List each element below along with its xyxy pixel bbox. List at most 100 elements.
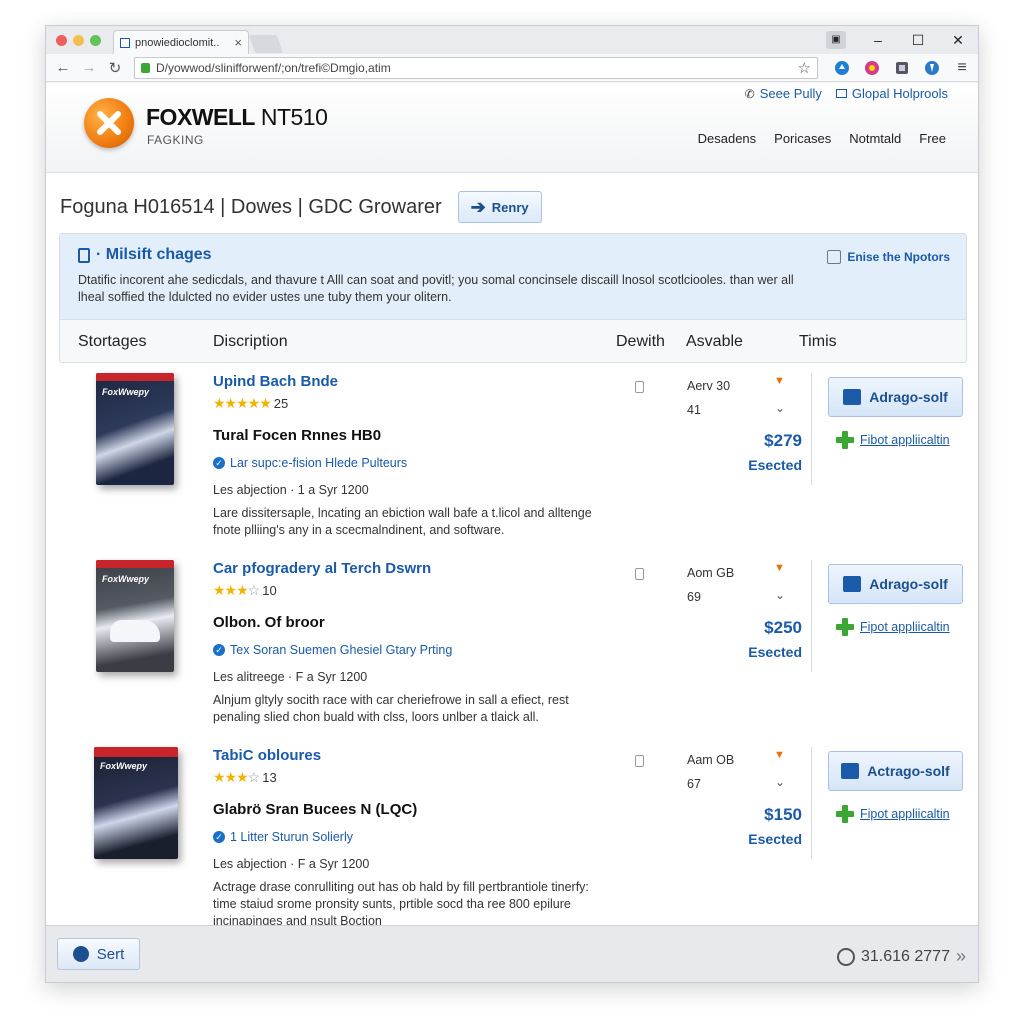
extension-pink-icon[interactable]	[862, 58, 882, 78]
availability-line2: 67	[687, 777, 701, 791]
close-button[interactable]: ✕	[938, 32, 978, 49]
page-content: FOXWELL NT510 FAGKING ✆ Seee Pully Glopal…	[46, 83, 978, 982]
rating-count: 13	[262, 770, 277, 785]
application-link[interactable]: Fipot appliicaltin	[836, 618, 950, 636]
product-name[interactable]: TabiC obloures	[213, 747, 321, 764]
product-box-image[interactable]: FoxWwepy	[94, 747, 178, 859]
url-input[interactable]: D/yowwod/slinifforwenf/;on/trefi©Dmgio,a…	[134, 56, 818, 79]
add-to-cart-button[interactable]: Adrago-solf	[828, 564, 963, 604]
add-to-cart-button[interactable]: Adrago-solf	[828, 377, 963, 417]
product-row: FoxWwepy Car pfogradery al Terch Dswrn ★…	[46, 560, 978, 747]
box-label: FoxWwepy	[102, 387, 150, 397]
browser-tab[interactable]: pnowiedioclomit.. ×	[113, 30, 249, 54]
phone-icon: ✆	[744, 86, 755, 101]
see-pully-link[interactable]: ✆ Seee Pully	[745, 86, 822, 101]
product-feature[interactable]: ✓ Lar supc:e-fision Hlede Pulteurs	[213, 456, 407, 470]
product-name[interactable]: Car pfogradery al Terch Dswrn	[213, 560, 431, 577]
notice-box: · Milsift chages Dtatific incorent ahe s…	[60, 234, 966, 319]
forward-icon[interactable]: →	[78, 59, 100, 76]
phone-text: 31.616 2777	[861, 947, 950, 965]
foxwell-logo-icon[interactable]	[84, 98, 134, 148]
nav-item-free[interactable]: Free	[919, 131, 946, 146]
tab-close-icon[interactable]: ×	[234, 35, 242, 50]
add-to-cart-button[interactable]: Actrago-solf	[828, 751, 963, 791]
product-row: FoxWwepy Upind Bach Bnde ★★★★★ 25 Tural F…	[46, 373, 978, 560]
rating-count: 25	[273, 396, 289, 411]
compare-checkbox[interactable]	[635, 755, 644, 767]
product-feature[interactable]: ✓ 1 Litter Sturun Solierly	[213, 830, 353, 844]
compare-checkbox[interactable]	[635, 381, 644, 393]
check-circle-icon: ✓	[213, 831, 225, 843]
zoom-dot[interactable]	[90, 34, 101, 46]
sort-button-label: Sert	[96, 945, 125, 963]
rating-stars: ★★★☆ 13	[213, 769, 277, 785]
column-divider	[811, 560, 812, 672]
renew-button[interactable]: ➔ Renry	[457, 191, 542, 223]
minimize-button[interactable]: –	[858, 32, 898, 48]
address-bar-row: ← → ↻ D/yowwod/slinifforwenf/;on/trefi©D…	[46, 54, 978, 82]
cart-icon	[843, 389, 862, 405]
brand-name: FOXWELL NT510	[146, 104, 328, 130]
product-feature[interactable]: ✓ Tex Soran Suemen Ghesiel Gtary Prting	[213, 643, 452, 657]
sort-arrow-icon[interactable]: ▼	[774, 749, 785, 761]
chevron-down-icon[interactable]: ⌄	[775, 588, 785, 602]
col-timis[interactable]: Timis	[799, 333, 837, 351]
extension-gray-icon[interactable]	[892, 58, 912, 78]
url-text: D/yowwod/slinifforwenf/;on/trefi©Dmgio,a…	[156, 60, 391, 75]
product-box-image[interactable]: FoxWwepy	[96, 560, 174, 672]
plus-icon	[836, 431, 854, 449]
profile-icon[interactable]: ▣	[826, 31, 846, 49]
site-header: FOXWELL NT510 FAGKING ✆ Seee Pully Glopal…	[46, 83, 978, 173]
compare-checkbox[interactable]	[635, 568, 644, 580]
phone-number: 31.616 2777 »	[837, 946, 966, 967]
product-subtitle: Tural Focen Rnnes HB0	[213, 427, 382, 444]
title-bar: pnowiedioclomit.. × ▣ – ☐ ✕	[46, 26, 978, 54]
global-help-link[interactable]: Glopal Holprools	[835, 86, 948, 101]
page-title: Foguna H016514 | Dowes | GDC Growarer	[60, 195, 442, 218]
user-icon	[72, 946, 89, 962]
product-price: $150	[764, 805, 802, 824]
bookmark-star-icon[interactable]: ☆	[798, 59, 811, 77]
renew-button-label: Renry	[491, 199, 529, 215]
chevron-down-icon[interactable]: ⌄	[775, 775, 785, 789]
product-name[interactable]: Upind Bach Bnde	[213, 373, 338, 390]
rating-count: 10	[262, 583, 277, 598]
product-box-image[interactable]: FoxWwepy	[96, 373, 174, 485]
application-link[interactable]: Fibot appliicaltin	[836, 431, 950, 449]
col-description[interactable]: Discription	[213, 333, 288, 351]
extension-blue-icon[interactable]	[832, 58, 852, 78]
sort-arrow-icon[interactable]: ▼	[774, 375, 785, 387]
browser-window: pnowiedioclomit.. × ▣ – ☐ ✕ ← → ↻ D/yoww…	[45, 25, 979, 983]
nav-item-desadens[interactable]: Desadens	[698, 131, 757, 146]
sort-button[interactable]: Sert	[57, 938, 140, 970]
sort-arrow-icon[interactable]: ▼	[774, 562, 785, 574]
product-description: Alnjum gltyly socith race with car cheri…	[213, 693, 569, 724]
monitor-icon	[835, 89, 847, 98]
product-description: Lare dissitersaple, lncating an ebiction…	[213, 506, 592, 537]
footer-bar: Sert 31.616 2777 »	[46, 925, 978, 982]
availability-line1: Aerv 30	[687, 379, 731, 393]
nav-item-poricases[interactable]: Poricases	[774, 131, 831, 146]
rating-stars: ★★★★★ 25	[213, 395, 289, 411]
secure-lock-icon	[141, 62, 150, 73]
next-arrow-icon[interactable]: »	[956, 946, 966, 967]
col-available[interactable]: Asvable	[686, 333, 743, 351]
column-divider	[811, 747, 812, 859]
extension-shield-icon[interactable]	[922, 58, 942, 78]
maximize-button[interactable]: ☐	[898, 32, 938, 49]
reload-icon[interactable]: ↻	[104, 59, 126, 77]
col-dewith[interactable]: Dewith	[616, 333, 665, 351]
minimize-dot[interactable]	[73, 34, 84, 46]
col-storages[interactable]: Stortages	[78, 333, 146, 351]
availability-line1: Aam OB	[687, 753, 735, 767]
chevron-down-icon[interactable]: ⌄	[775, 401, 785, 415]
new-tab-button[interactable]	[248, 35, 284, 53]
cart-icon	[841, 763, 860, 779]
close-dot[interactable]	[56, 34, 67, 46]
menu-icon[interactable]: ≡	[952, 58, 972, 78]
notice-link[interactable]: Enise the Npotors	[827, 250, 950, 264]
chip-icon	[827, 250, 842, 264]
nav-item-notmtald[interactable]: Notmtald	[849, 131, 901, 146]
back-icon[interactable]: ←	[52, 59, 74, 76]
application-link[interactable]: Fipot appliicaltin	[836, 805, 950, 823]
